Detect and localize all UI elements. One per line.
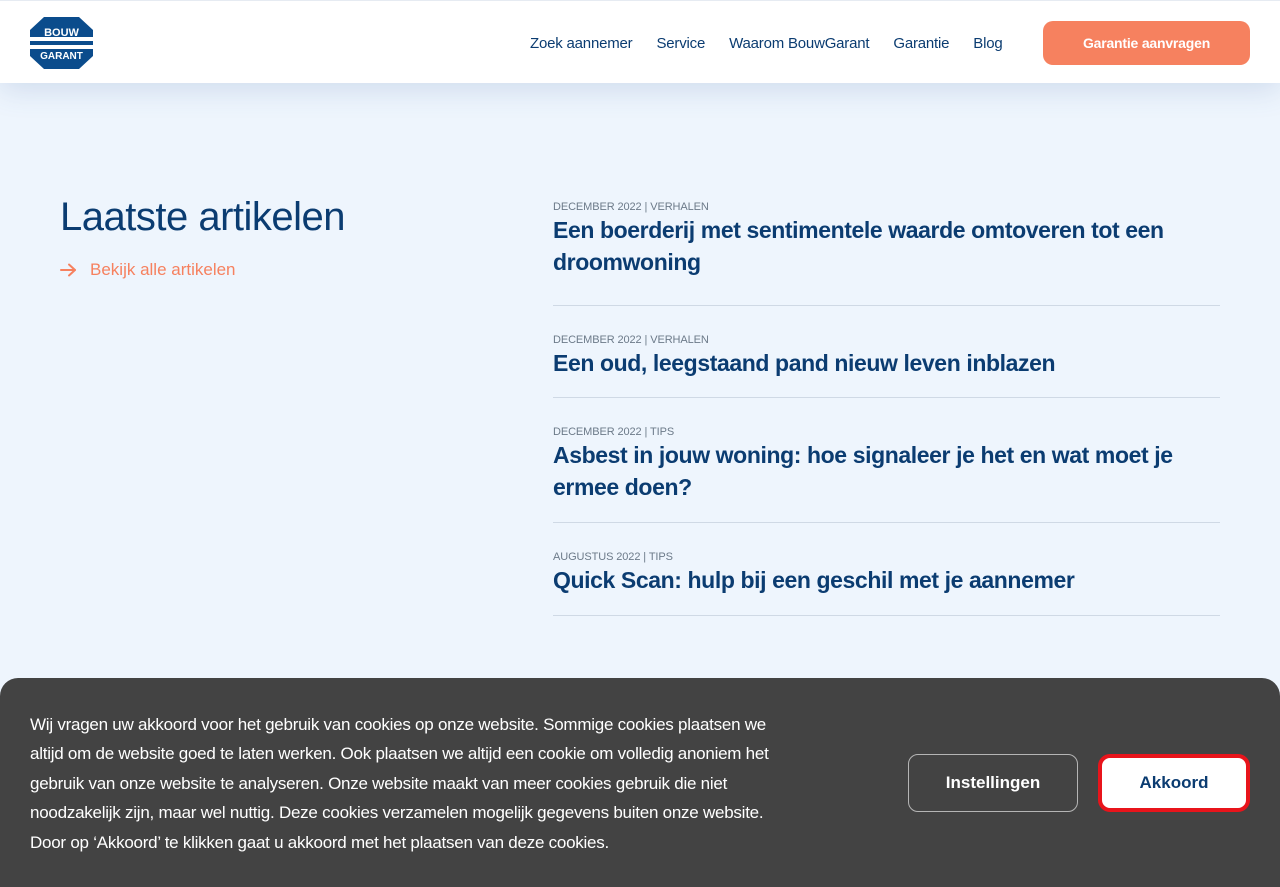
article-item: DECEMBER 2022 | TIPS Asbest in jouw woni… — [553, 398, 1220, 523]
garantie-aanvragen-button[interactable]: Garantie aanvragen — [1043, 21, 1250, 65]
section-title: Laatste artikelen — [60, 195, 346, 239]
article-meta: DECEMBER 2022 | TIPS — [553, 426, 675, 438]
article-item: DECEMBER 2022 | VERHALEN Een oud, leegst… — [553, 306, 1220, 398]
site-header: BOUW GARANT Zoek aannemer Service Waarom… — [0, 0, 1280, 83]
all-articles-label: Bekijk alle artikelen — [90, 260, 236, 279]
all-articles-link[interactable]: Bekijk alle artikelen — [60, 260, 236, 280]
article-title-link[interactable]: Een oud, leegstaand pand nieuw leven inb… — [553, 348, 1220, 380]
nav-item-zoek-aannemer[interactable]: Zoek aannemer — [530, 35, 633, 52]
cookie-banner: Wij vragen uw akkoord voor het gebruik v… — [0, 678, 1280, 887]
article-meta: DECEMBER 2022 | VERHALEN — [553, 201, 709, 213]
bouwgarant-logo[interactable]: BOUW GARANT — [30, 17, 93, 69]
article-meta: DECEMBER 2022 | VERHALEN — [553, 334, 709, 346]
article-item: AUGUSTUS 2022 | TIPS Quick Scan: hulp bi… — [553, 523, 1220, 616]
article-title-link[interactable]: Een boerderij met sentimentele waarde om… — [553, 215, 1220, 278]
nav-item-garantie[interactable]: Garantie — [893, 35, 949, 52]
cookie-accept-button[interactable]: Akkoord — [1098, 754, 1250, 812]
nav-item-waarom-bouwgarant[interactable]: Waarom BouwGarant — [729, 35, 869, 52]
logo-text-top: BOUW — [44, 27, 79, 39]
cookie-settings-button[interactable]: Instellingen — [908, 754, 1078, 812]
main-nav: Zoek aannemer Service Waarom BouwGarant … — [530, 35, 1027, 52]
article-item: DECEMBER 2022 | VERHALEN Een boerderij m… — [553, 201, 1220, 306]
logo-text-bottom: GARANT — [40, 51, 83, 62]
article-meta: AUGUSTUS 2022 | TIPS — [553, 551, 673, 563]
cookie-consent-text: Wij vragen uw akkoord voor het gebruik v… — [30, 715, 769, 852]
nav-item-service[interactable]: Service — [656, 35, 705, 52]
article-title-link[interactable]: Quick Scan: hulp bij een geschil met je … — [553, 565, 1220, 597]
nav-item-blog[interactable]: Blog — [973, 35, 1002, 52]
arrow-right-icon — [60, 263, 76, 277]
article-list: DECEMBER 2022 | VERHALEN Een boerderij m… — [553, 196, 1220, 616]
article-title-link[interactable]: Asbest in jouw woning: hoe signaleer je … — [553, 440, 1220, 503]
